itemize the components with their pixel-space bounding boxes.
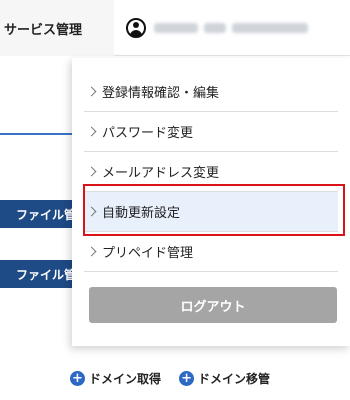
account-menu-screen: サービス管理 ファイル管 ファイル管 + ドメイン取得 + ドメイン移管 登録情… (0, 0, 350, 400)
menu-item-email-change[interactable]: メールアドレス変更 (84, 152, 338, 192)
menu-item-label: メールアドレス変更 (102, 166, 220, 181)
chevron-right-icon (86, 166, 97, 176)
menu-item-label: 自動更新設定 (102, 206, 181, 221)
plus-circle-icon: + (179, 370, 195, 386)
chevron-right-icon (86, 246, 97, 256)
menu-item-label: 登録情報確認・編集 (102, 86, 220, 101)
chevron-right-icon (86, 126, 97, 136)
domain-transfer-label: ドメイン移管 (198, 371, 271, 386)
file-manager-button-label: ファイル管 (16, 207, 77, 222)
menu-item-auto-renewal[interactable]: 自動更新設定 (84, 192, 338, 232)
file-manager-button-label: ファイル管 (16, 267, 77, 282)
menu-item-password-change[interactable]: パスワード変更 (84, 112, 338, 152)
account-menu-toggle[interactable] (116, 0, 350, 56)
menu-item-label: パスワード変更 (102, 126, 194, 141)
user-circle-icon (126, 18, 146, 38)
menu-item-prepaid[interactable]: プリペイド管理 (84, 232, 338, 272)
domain-links: + ドメイン取得 + ドメイン移管 (70, 367, 270, 389)
service-management-link[interactable]: サービス管理 (0, 0, 114, 56)
account-id-redacted (154, 23, 308, 33)
domain-acquire-link[interactable]: + ドメイン取得 (70, 370, 161, 387)
menu-item-label: プリペイド管理 (102, 246, 194, 261)
domain-transfer-link[interactable]: + ドメイン移管 (179, 370, 270, 387)
service-management-label: サービス管理 (4, 22, 83, 38)
top-header: サービス管理 (0, 0, 350, 56)
account-dropdown-menu: 登録情報確認・編集 パスワード変更 メールアドレス変更 自動更新設定 プリペイド… (72, 58, 350, 346)
menu-item-profile-edit[interactable]: 登録情報確認・編集 (84, 72, 338, 112)
logout-button[interactable]: ログアウト (89, 287, 337, 323)
domain-acquire-label: ドメイン取得 (89, 371, 162, 386)
plus-circle-icon: + (70, 370, 85, 386)
chevron-right-icon (86, 86, 97, 96)
chevron-right-icon (86, 206, 97, 216)
